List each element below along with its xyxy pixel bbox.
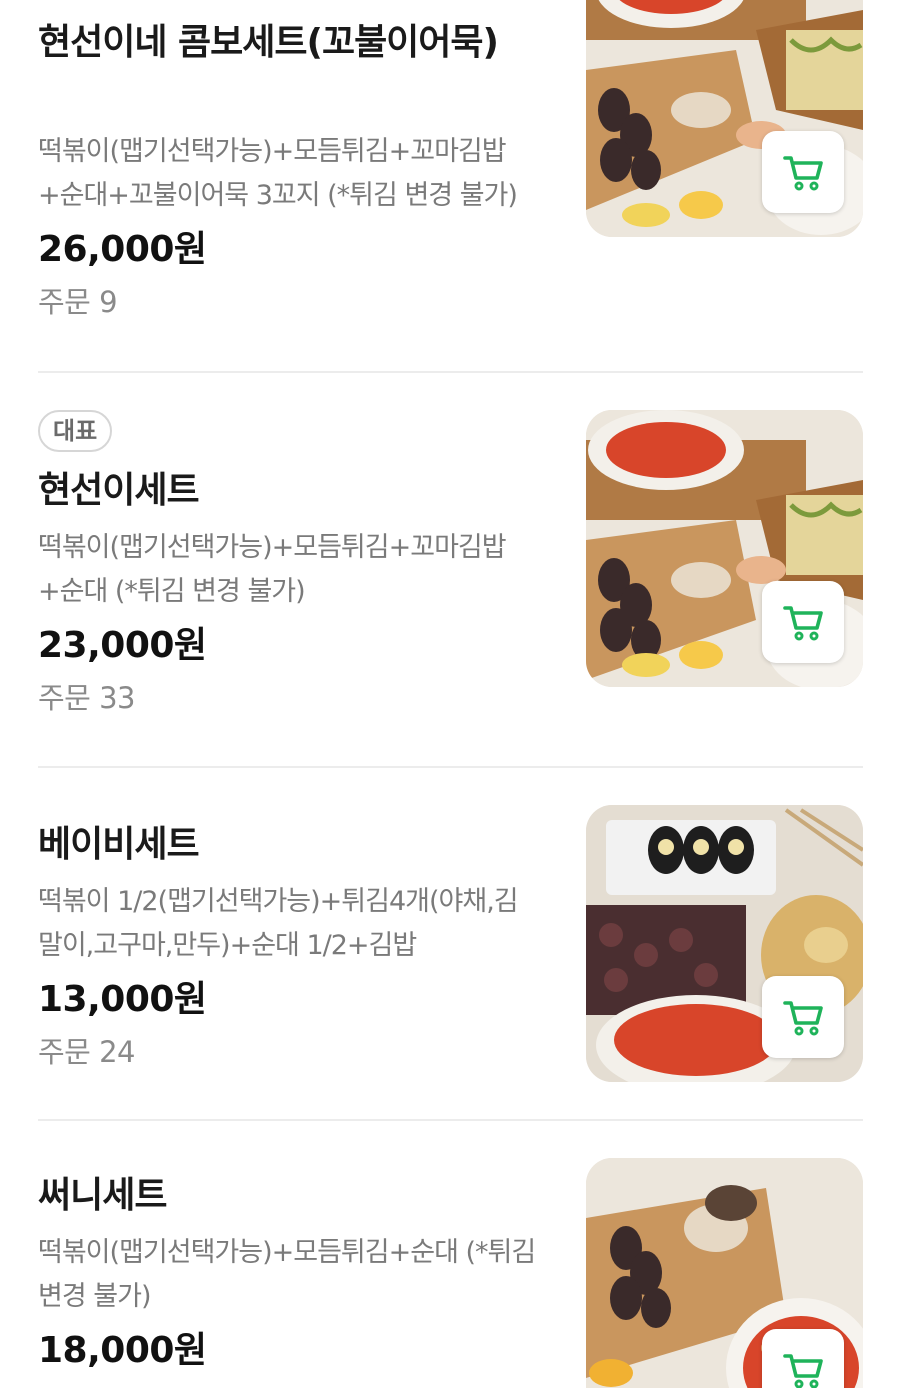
menu-item-price: 23,000원 <box>38 625 207 666</box>
menu-item[interactable]: 써니세트 떡볶이(맵기선택가능)+모듬튀김+순대 (*튀김 변경 불가) 18,… <box>0 1121 900 1388</box>
menu-item-description: 떡볶이(맵기선택가능)+모듬튀김+순대 (*튀김 변경 불가) <box>38 1237 536 1312</box>
menu-item-description: 떡볶이(맵기선택가능)+모듬튀김+꼬마김밥+순대+꼬불이어묵 3꼬지 (*튀김 … <box>38 136 518 211</box>
menu-item-price: 13,000원 <box>38 979 207 1020</box>
menu-item[interactable]: 베이비세트 떡볶이 1/2(맵기선택가능)+튀김4개(야채,김말이,고구마,만두… <box>0 768 900 1118</box>
menu-item-name: 써니세트 <box>38 1175 167 1216</box>
menu-item[interactable]: 현선이네 콤보세트(꼬불이어묵) 떡볶이(맵기선택가능)+모듬튀김+꼬마김밥+순… <box>0 0 900 372</box>
add-to-cart-button[interactable] <box>762 1329 844 1388</box>
menu-item-photo[interactable] <box>586 0 863 237</box>
shopping-cart-icon <box>783 156 823 191</box>
shopping-cart-icon <box>783 606 823 641</box>
menu-item-photo[interactable] <box>586 410 863 687</box>
menu-item-price: 26,000원 <box>38 229 207 270</box>
menu-item[interactable]: 대표 현선이세트 떡볶이(맵기선택가능)+모듬튀김+꼬마김밥+순대 (*튀김 변… <box>0 373 900 766</box>
menu-item-name: 현선이네 콤보세트(꼬불이어묵) <box>38 22 499 63</box>
add-to-cart-button[interactable] <box>762 131 844 213</box>
shopping-cart-icon <box>783 1354 823 1388</box>
menu-item-order-count: 주문 24 <box>38 1035 135 1069</box>
add-to-cart-button[interactable] <box>762 976 844 1058</box>
signature-badge: 대표 <box>38 410 113 452</box>
add-to-cart-button[interactable] <box>762 581 844 663</box>
shopping-cart-icon <box>783 1001 823 1036</box>
menu-item-description: 떡볶이(맵기선택가능)+모듬튀김+꼬마김밥+순대 (*튀김 변경 불가) <box>38 532 507 607</box>
menu-item-price: 18,000원 <box>38 1330 207 1371</box>
menu-item-order-count: 주문 33 <box>38 681 135 715</box>
menu-item-name: 베이비세트 <box>38 824 200 865</box>
menu-item-description: 떡볶이 1/2(맵기선택가능)+튀김4개(야채,김말이,고구마,만두)+순대 1… <box>38 886 519 961</box>
menu-item-photo[interactable] <box>586 1158 863 1388</box>
menu-item-name: 현선이세트 <box>38 470 200 511</box>
menu-item-order-count: 주문 9 <box>38 285 118 319</box>
menu-item-photo[interactable] <box>586 805 863 1082</box>
